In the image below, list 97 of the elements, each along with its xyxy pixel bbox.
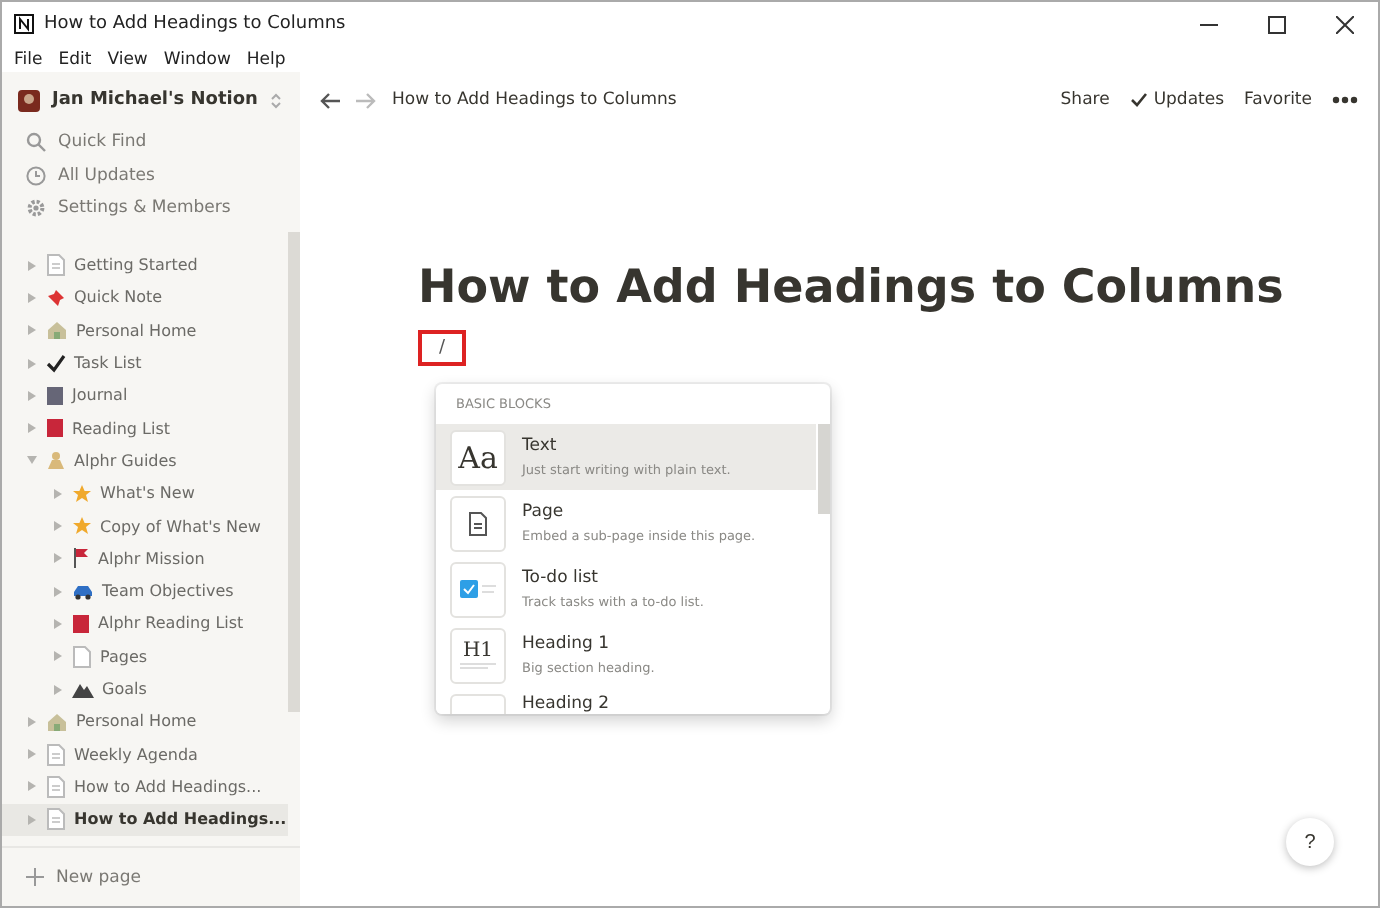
sidebar-action[interactable]: Settings & Members	[2, 192, 300, 225]
mountain-icon	[72, 680, 94, 698]
topbar-button[interactable]: Share	[1060, 90, 1110, 110]
sidebar-item[interactable]: Pages	[2, 640, 288, 673]
scrollbar-thumb[interactable]	[288, 232, 300, 712]
forward-arrow-icon[interactable]	[356, 91, 376, 109]
topbar-button[interactable]: Favorite	[1244, 90, 1312, 110]
house-icon	[46, 711, 68, 732]
block-option-label: Heading 2	[522, 694, 609, 714]
maximize-icon	[1267, 15, 1285, 33]
sidebar-item[interactable]: Personal Home	[2, 705, 288, 738]
caret-icon[interactable]	[26, 389, 38, 402]
document-icon	[46, 743, 66, 766]
caret-icon[interactable]	[26, 422, 38, 435]
workspace-switcher[interactable]: Jan Michael's Notion	[2, 74, 300, 126]
heading-thumbnail: H1	[450, 627, 506, 683]
document-icon	[46, 775, 66, 798]
sidebar-item[interactable]: Quick Note	[2, 281, 288, 315]
sidebar-item[interactable]: Journal	[2, 379, 288, 412]
caret-icon[interactable]	[26, 780, 38, 793]
house-icon	[46, 320, 68, 341]
caret-icon[interactable]	[52, 650, 64, 663]
breadcrumb[interactable]: How to Add Headings to Columns	[392, 90, 677, 110]
book-icon	[46, 385, 64, 406]
caret-icon[interactable]	[26, 324, 38, 337]
caret-icon[interactable]	[52, 487, 64, 500]
sidebar-item[interactable]: Alphr Mission	[2, 542, 288, 575]
checkmark-icon	[1129, 92, 1148, 108]
checkbox-thumbnail	[450, 561, 506, 617]
scrollbar-thumb[interactable]	[818, 424, 830, 514]
sidebar-item[interactable]: Team Objectives	[2, 574, 288, 608]
document-icon	[72, 645, 92, 668]
page-title: How to Add Headings to Columns	[418, 262, 1286, 314]
menu-item[interactable]: Help	[246, 49, 286, 69]
statue-icon	[46, 450, 66, 471]
workspace-avatar-icon	[18, 89, 40, 111]
block-option-label: To-do list	[522, 568, 600, 588]
block-option-label: Page	[522, 502, 566, 522]
caret-icon[interactable]	[26, 715, 38, 728]
sidebar-item[interactable]: Alphr Reading List	[2, 607, 288, 641]
plus-icon	[26, 868, 44, 886]
back-arrow-icon[interactable]	[320, 91, 340, 109]
sidebar-item[interactable]: Reading List	[2, 411, 288, 445]
clock-icon	[26, 165, 46, 186]
sidebar-item[interactable]: Task List	[2, 346, 288, 380]
document-icon	[46, 808, 66, 831]
menu-item[interactable]: File	[14, 49, 43, 69]
caret-icon[interactable]	[52, 617, 64, 630]
caret-icon[interactable]	[26, 291, 38, 304]
block-option[interactable]: Heading 2	[436, 688, 816, 714]
sidebar-item[interactable]: How to Add Headings...	[2, 803, 288, 836]
sidebar-item[interactable]: Copy of What's New	[2, 509, 288, 543]
sidebar-item[interactable]: Personal Home	[2, 314, 288, 347]
caret-icon[interactable]	[26, 454, 38, 467]
caret-icon[interactable]	[52, 585, 64, 598]
caret-icon[interactable]	[26, 357, 38, 370]
block-option-label: Heading 1	[522, 634, 611, 654]
close-icon	[1335, 15, 1353, 33]
sidebar-item[interactable]: Getting Started	[2, 249, 288, 282]
slash-input-field[interactable]: /	[418, 330, 466, 366]
topbar-button[interactable]: Updates	[1129, 90, 1225, 110]
text-thumbnail: Aa	[450, 429, 506, 485]
sidebar-item[interactable]: What's New	[2, 477, 288, 510]
sidebar-item[interactable]: Alphr Guides	[2, 444, 288, 478]
caret-icon[interactable]	[52, 520, 64, 533]
settings-icon	[26, 198, 46, 219]
book-icon	[72, 613, 90, 634]
flag-icon	[72, 548, 90, 569]
caret-icon[interactable]	[26, 259, 38, 272]
menu-item[interactable]: Edit	[58, 49, 92, 69]
car-icon	[72, 583, 94, 600]
pushpin-icon	[46, 287, 66, 308]
chevron-updown-icon	[269, 91, 282, 109]
more-options-icon[interactable]	[1332, 96, 1358, 104]
document-icon	[46, 254, 66, 277]
checkmark-icon	[46, 353, 66, 374]
caret-icon[interactable]	[52, 552, 64, 565]
sidebar-item[interactable]: Weekly Agenda	[2, 737, 288, 771]
window-title: How to Add Headings to Columns	[44, 14, 346, 34]
new-page-button[interactable]: New page	[2, 846, 300, 906]
star-icon	[72, 516, 92, 537]
page-thumbnail	[450, 495, 506, 551]
app-logo-icon	[14, 14, 34, 34]
sidebar-action[interactable]: Quick Find	[2, 126, 300, 159]
caret-icon[interactable]	[52, 683, 64, 695]
caret-icon[interactable]	[26, 813, 38, 826]
star-icon	[72, 483, 92, 504]
block-option-label: Text	[522, 436, 559, 456]
sidebar-item[interactable]: How to Add Headings...	[2, 770, 288, 804]
menu-item[interactable]: View	[107, 49, 148, 69]
menu-item[interactable]: Window	[163, 49, 231, 69]
search-icon	[26, 132, 46, 153]
sidebar-item[interactable]: Goals	[2, 672, 288, 706]
help-button[interactable]: ?	[1286, 818, 1334, 866]
caret-icon[interactable]	[26, 748, 38, 761]
sidebar-action[interactable]: All Updates	[2, 159, 300, 192]
book-icon	[46, 418, 64, 439]
